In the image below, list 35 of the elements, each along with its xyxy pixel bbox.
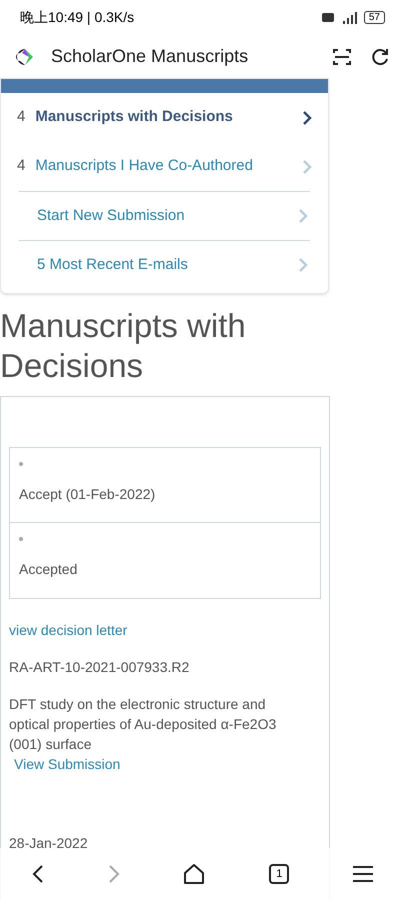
- dashboard-item[interactable]: 4 Manuscripts with Decisions: [1, 93, 328, 142]
- home-icon[interactable]: [183, 863, 206, 885]
- item-label: 5 Most Recent E-mails: [37, 254, 188, 275]
- chevron-right-icon: [298, 209, 308, 223]
- chevron-right-icon: [302, 110, 312, 124]
- scan-icon[interactable]: [332, 46, 352, 66]
- logo-icon: [15, 46, 35, 66]
- item-count: 4: [17, 156, 26, 176]
- decision-text: Accept (01-Feb-2022): [19, 485, 156, 504]
- dashboard-item[interactable]: 5 Most Recent E-mails: [19, 240, 310, 289]
- dashboard-item[interactable]: 4 Manuscripts I Have Co-Authored: [1, 142, 328, 191]
- view-submission-link[interactable]: View Submission: [14, 754, 120, 775]
- manuscript-id: RA-ART-10-2021-007933.R2: [9, 658, 190, 677]
- chevron-right-icon: [298, 258, 308, 272]
- page-title: ScholarOne Manuscripts: [51, 45, 248, 68]
- submitted-date: 28-Jan-2022: [9, 834, 89, 853]
- dashboard-item[interactable]: Start New Submission: [19, 191, 310, 240]
- decision-letter-link[interactable]: view decision letter: [9, 620, 128, 641]
- battery-level: 57: [364, 11, 385, 24]
- bullet-icon: [19, 537, 23, 541]
- bullet-icon: [19, 462, 23, 466]
- status-time: 晚上10:49 | 0.3K/s: [20, 8, 134, 27]
- item-count: 4: [17, 107, 26, 128]
- menu-icon[interactable]: [353, 866, 374, 882]
- back-icon[interactable]: [32, 864, 44, 884]
- decision-text: Accepted: [19, 560, 78, 579]
- item-label: Manuscripts with Decisions: [35, 107, 233, 128]
- item-label: Start New Submission: [37, 206, 185, 226]
- tabs-button[interactable]: 1: [269, 864, 290, 884]
- manuscript-title: DFT study on the electronic structure and optical properties of Au-deposited α-Fe2O3 (001) surface: [9, 695, 278, 754]
- item-label: Manuscripts I Have Co-Authored: [35, 156, 253, 176]
- refresh-icon[interactable]: [370, 46, 390, 66]
- chevron-right-icon: [302, 160, 312, 174]
- page-heading: Manuscripts with Decisions: [0, 306, 247, 386]
- hd-icon: [322, 13, 334, 22]
